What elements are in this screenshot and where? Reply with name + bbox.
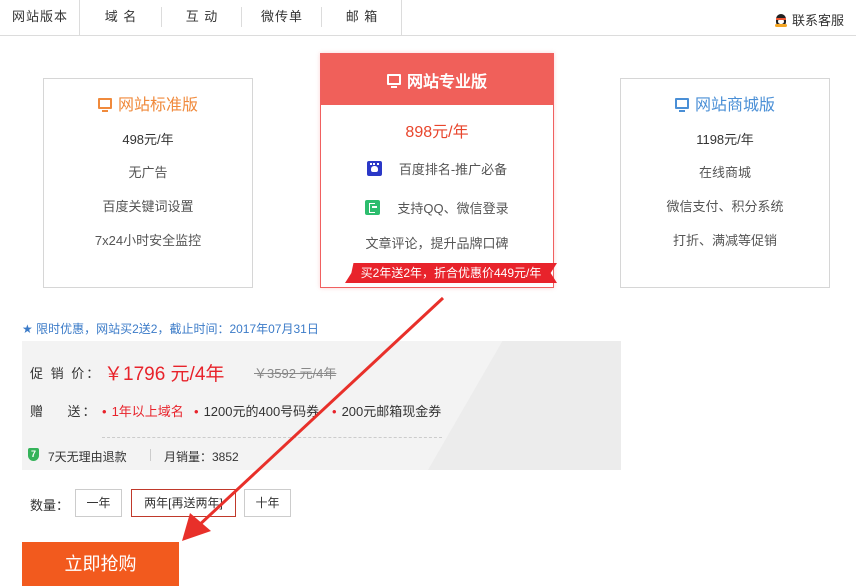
plan-title-text: 网站商城版 [694, 97, 775, 114]
tab-micro-flyer[interactable]: 微传单 [242, 0, 322, 34]
plan-title: 网站商城版 [621, 91, 829, 115]
buy-now-button[interactable]: 立即抢购 [22, 542, 179, 586]
plan-title-text: 网站专业版 [406, 73, 487, 91]
divider [150, 449, 151, 461]
plan-feature: 7x24小时安全监控 [94, 233, 202, 248]
gift-label: 赠 送： [30, 404, 98, 419]
plan-feature: 无广告 [128, 165, 168, 180]
plan-feature: 文章评论，提升品牌口碑 [365, 236, 509, 251]
divider [102, 437, 442, 438]
promo-ribbon: 买2年送2年，折合优惠价449元/年 [345, 263, 557, 283]
plan-price: 898元/年 [405, 124, 469, 141]
tab-mailbox[interactable]: 邮 箱 [322, 0, 402, 34]
plan-card-pro[interactable]: 网站专业版 898元/年 百度排名-推广必备 支持QQ、微信登录 文章评论，提升… [320, 53, 557, 288]
gift-item: • 1200元的400号码券 [194, 404, 320, 419]
quantity-option-1-year[interactable]: 一年 [75, 489, 122, 517]
login-icon [365, 199, 381, 215]
plan-feature-text: 百度排名-推广必备 [398, 161, 508, 177]
gift-item: • 1年以上域名 [102, 404, 184, 419]
tab-website-version[interactable]: 网站版本 [0, 0, 80, 34]
plan-price: 1198元/年 [696, 132, 754, 147]
plan-feature: 在线商城 [698, 165, 751, 180]
original-price: ￥3592 元/4年 [254, 366, 337, 381]
refund-policy: 7天无理由退款 [48, 450, 127, 464]
monthly-sales: 月销量：3852 [164, 450, 239, 464]
tab-divider [401, 0, 402, 36]
plan-title: 网站专业版 [321, 54, 553, 105]
plan-card-mall[interactable]: 网站商城版 1198元/年 在线商城 微信支付、积分系统 打折、满减等促销 [620, 78, 830, 288]
promo-price: ￥1796 元/4年 [104, 364, 225, 385]
tab-interaction[interactable]: 互 动 [162, 0, 242, 34]
plan-title: 网站标准版 [44, 91, 252, 115]
quantity-label: 数量： [30, 498, 70, 513]
plan-price: 498元/年 [122, 132, 174, 147]
plan-feature: 支持QQ、微信登录 [321, 195, 553, 219]
top-nav: 网站版本 域 名 互 动 微传单 邮 箱 联系客服 [0, 0, 856, 36]
quantity-option-2-years[interactable]: 两年[再送两年] [131, 489, 236, 517]
quantity-option-10-years[interactable]: 十年 [244, 489, 291, 517]
monitor-icon [674, 97, 689, 112]
plan-feature-text: 支持QQ、微信登录 [397, 200, 509, 216]
plan-title-text: 网站标准版 [117, 97, 198, 114]
plan-feature: 打折、满减等促销 [672, 233, 777, 248]
gift-item: • 200元邮箱现金券 [332, 404, 442, 419]
monitor-icon [386, 74, 401, 88]
baidu-icon [366, 160, 382, 176]
qq-icon [774, 13, 788, 27]
shield-icon: 7 [28, 448, 39, 461]
contact-service-label: 联系客服 [791, 13, 844, 28]
promo-note: ★ 限时优惠，网站买2送2，截止时间：2017年07月31日 [22, 322, 319, 336]
plan-feature: 微信支付、积分系统 [666, 199, 784, 214]
plan-card-standard[interactable]: 网站标准版 498元/年 无广告 百度关键词设置 7x24小时安全监控 [43, 78, 253, 288]
plan-feature: 百度关键词设置 [102, 199, 194, 214]
tab-domain[interactable]: 域 名 [81, 0, 161, 34]
plan-feature: 百度排名-推广必备 [321, 156, 553, 180]
contact-service-link[interactable]: 联系客服 [774, 10, 844, 29]
decorative-stripe [410, 341, 621, 470]
price-label: 促 销 价： [30, 366, 102, 381]
purchase-panel: 促 销 价： ￥1796 元/4年 ￥3592 元/4年 赠 送： • 1年以上域… [22, 341, 621, 470]
monitor-icon [97, 97, 112, 112]
arrow-head [182, 513, 211, 541]
